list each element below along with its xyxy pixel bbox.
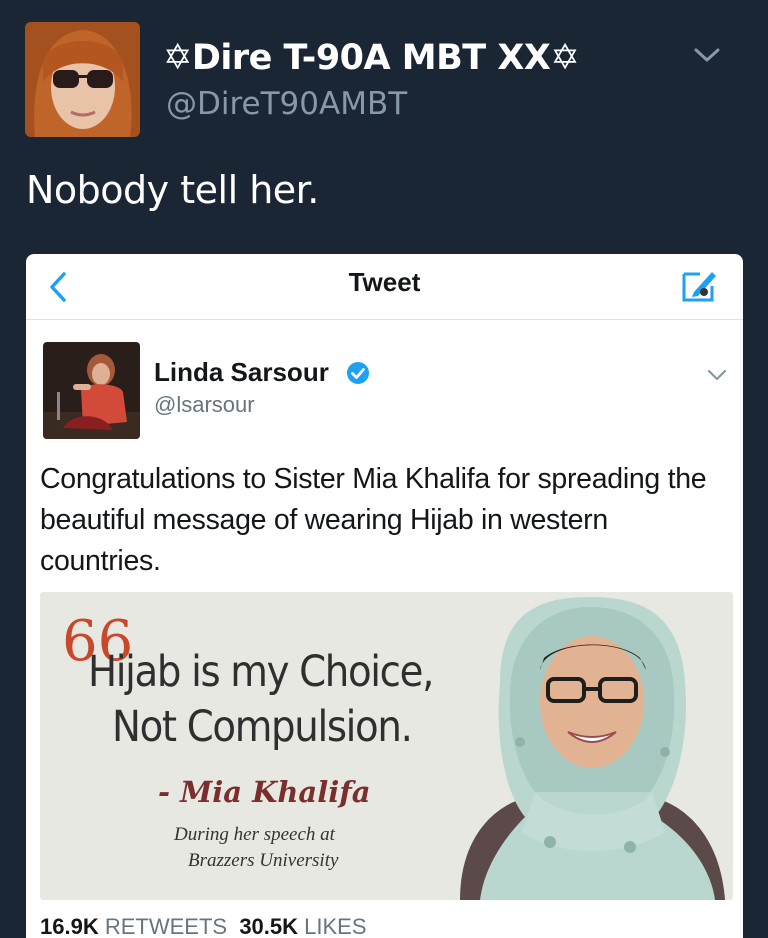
inner-tweet-text: Congratulations to Sister Mia Khalifa fo…	[40, 463, 707, 577]
quote-author: - Mia Khalifa	[158, 775, 371, 809]
compose-tweet-icon	[680, 266, 720, 306]
outer-display-name[interactable]: ✡Dire T-90A MBT XX✡	[163, 38, 580, 78]
tweet-header-bar: Tweet	[26, 254, 743, 320]
outer-tweet-text: Nobody tell her.	[26, 168, 319, 212]
outer-handle[interactable]: @DireT90AMBT	[166, 86, 407, 122]
chevron-down-icon[interactable]	[690, 40, 724, 70]
avatar-photo-icon	[25, 22, 140, 137]
quote-caption-1: During her speech at	[174, 824, 335, 845]
embedded-tweet-screenshot[interactable]: Tweet Linda Sarsour @lsarsour Congratula…	[26, 254, 743, 938]
likes-label: LIKES	[304, 914, 367, 938]
verified-badge-icon	[346, 361, 370, 385]
retweets-label: RETWEETS	[104, 914, 228, 938]
outer-tweet-avatar[interactable]	[25, 22, 140, 137]
retweets-count: 16.9K	[40, 914, 99, 938]
hijab-portrait-icon	[440, 592, 733, 900]
header-title: Tweet	[348, 267, 421, 297]
quote-caption-2: Brazzers University	[188, 850, 339, 871]
quote-line-1: Hijab is my Choice,	[88, 647, 434, 697]
inner-display-name: Linda Sarsour	[154, 357, 329, 387]
tweet-media-image: 66 Hijab is my Choice, Not Compulsion. -…	[40, 592, 733, 900]
engagement-stats: 16.9K RETWEETS 30.5K LIKES	[40, 914, 367, 938]
inner-handle: @lsarsour	[154, 392, 255, 417]
quote-line-2: Not Compulsion.	[112, 702, 413, 752]
inner-tweet-avatar	[43, 342, 140, 439]
likes-count: 30.5K	[239, 914, 299, 938]
avatar-photo-icon	[43, 342, 140, 439]
chevron-down-icon	[706, 367, 728, 383]
